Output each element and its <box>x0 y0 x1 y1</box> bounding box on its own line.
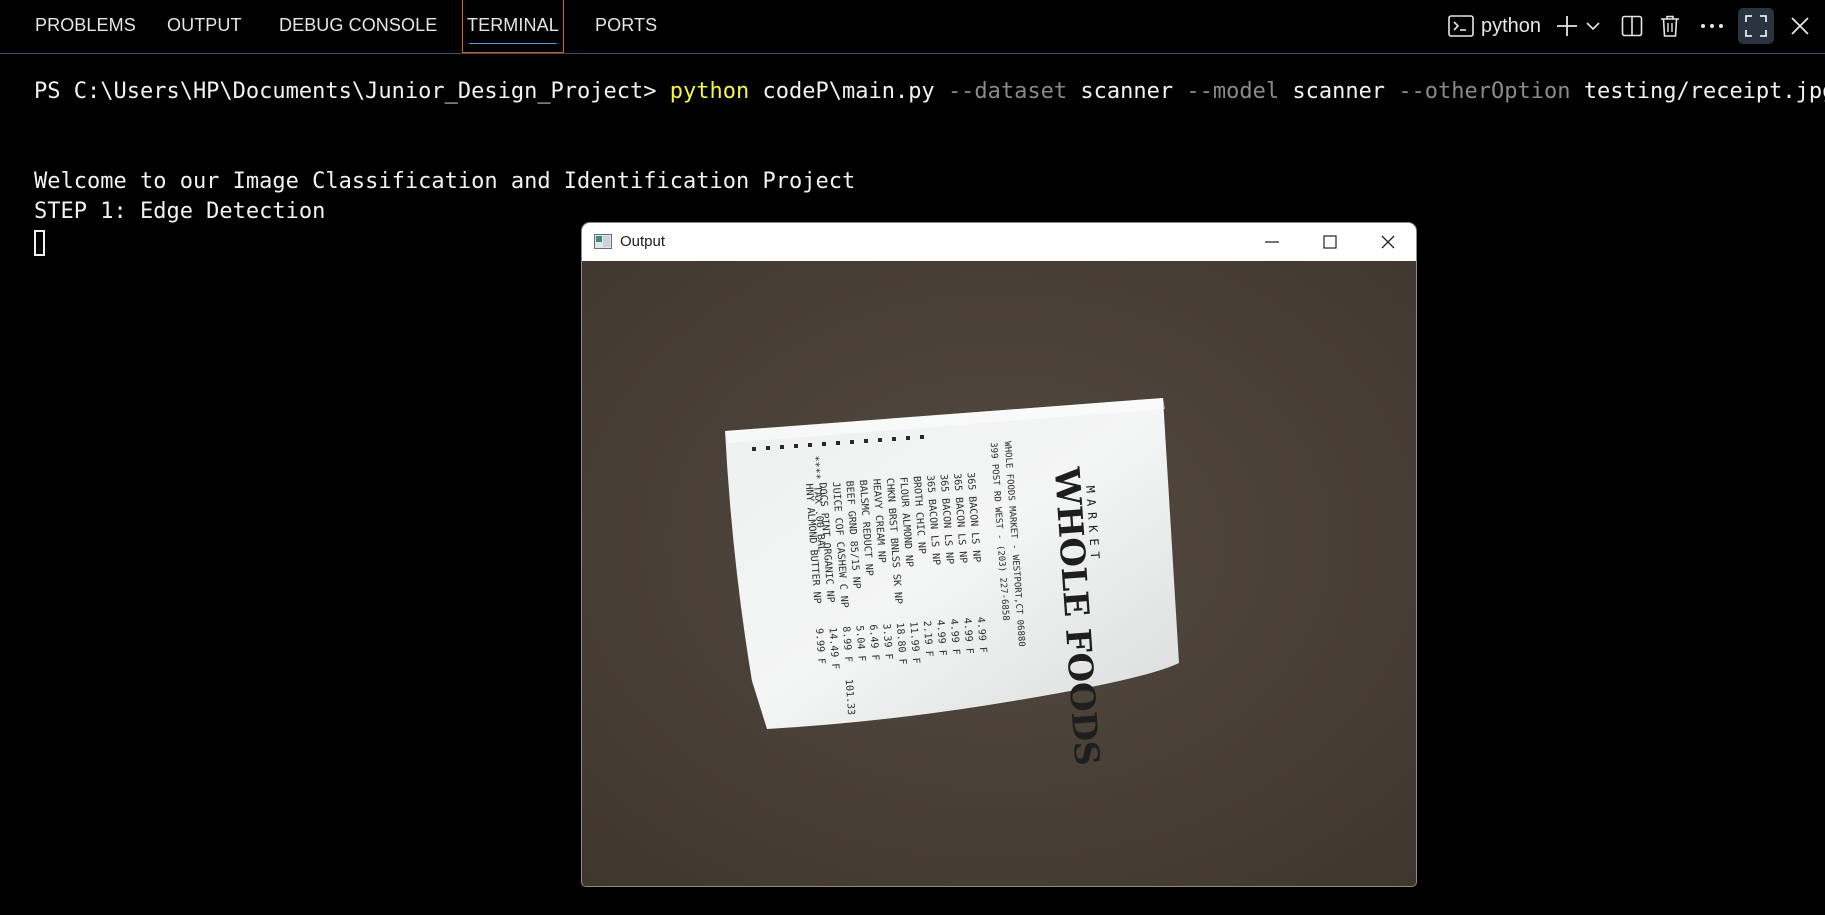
tab-ports[interactable]: PORTS <box>595 0 657 53</box>
app-icon <box>594 234 612 249</box>
tab-output[interactable]: OUTPUT <box>167 0 242 53</box>
output-window: Output WHOLE FOODS MARKET - WESTPORT,CT … <box>582 223 1416 886</box>
minimize-button[interactable] <box>1244 223 1300 261</box>
tab-problems[interactable]: PROBLEMS <box>35 0 136 53</box>
receipt-photo: WHOLE FOODS MARKET - WESTPORT,CT 06880 3… <box>582 261 1416 886</box>
panel-tab-bar: PROBLEMS OUTPUT DEBUG CONSOLE TERMINAL P… <box>0 0 1825 54</box>
option-other: --otherOption <box>1398 79 1571 104</box>
window-close-button[interactable] <box>1360 223 1416 261</box>
script-arg: codeP\main.py <box>749 79 948 104</box>
terminal-cursor <box>34 230 45 256</box>
prompt: PS C:\Users\HP\Documents\Junior_Design_P… <box>34 79 670 104</box>
tab-debug-console[interactable]: DEBUG CONSOLE <box>279 0 437 53</box>
window-maximize-icon <box>1323 235 1337 249</box>
split-icon[interactable] <box>1619 10 1645 42</box>
tab-terminal-label: TERMINAL <box>467 15 559 35</box>
option-dataset-value: scanner <box>1067 79 1187 104</box>
option-other-value: testing/receipt.jpg <box>1570 79 1825 104</box>
option-model-value: scanner <box>1279 79 1399 104</box>
command-line: PS C:\Users\HP\Documents\Junior_Design_P… <box>34 78 1825 106</box>
output-welcome: Welcome to our Image Classification and … <box>34 169 856 194</box>
ellipsis-icon[interactable] <box>1698 10 1726 42</box>
chevron-down-icon[interactable] <box>1584 10 1602 42</box>
maximize-icon[interactable] <box>1738 8 1774 44</box>
plus-icon[interactable] <box>1554 10 1580 42</box>
close-icon[interactable] <box>1788 10 1812 42</box>
option-dataset: --dataset <box>947 79 1068 104</box>
window-maximize-button[interactable] <box>1302 223 1358 261</box>
window-title: Output <box>620 233 666 250</box>
tab-terminal[interactable]: TERMINAL <box>462 0 564 53</box>
command-name: python <box>669 79 750 104</box>
terminal-name-label[interactable]: python <box>1481 0 1541 52</box>
active-tab-underline <box>469 43 557 44</box>
output-image: WHOLE FOODS MARKET - WESTPORT,CT 06880 3… <box>582 261 1416 886</box>
window-title-bar[interactable]: Output <box>582 223 1416 261</box>
window-close-icon <box>1381 235 1395 249</box>
option-model: --model <box>1186 79 1280 104</box>
minimize-icon <box>1265 241 1279 243</box>
output-step: STEP 1: Edge Detection <box>34 199 326 224</box>
trash-icon[interactable] <box>1657 10 1683 42</box>
terminal-icon[interactable] <box>1446 10 1476 42</box>
terminal-cursor-line <box>34 229 45 257</box>
terminal-output[interactable]: PS C:\Users\HP\Documents\Junior_Design_P… <box>34 76 1825 256</box>
